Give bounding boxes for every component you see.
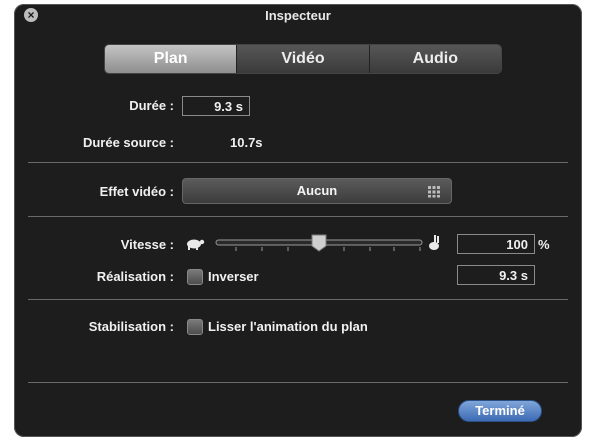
vitesse-field[interactable]: 100 (457, 234, 535, 254)
inverser-checkbox[interactable] (187, 269, 203, 285)
tab-bar: Plan Vidéo Audio (104, 44, 502, 74)
separator (28, 216, 568, 217)
turtle-icon (187, 239, 205, 250)
duree-label: Durée : (129, 98, 174, 113)
duree-field[interactable]: 9.3 s (182, 96, 250, 116)
inspector-window: × Inspecteur Plan Vidéo Audio Durée : 9.… (14, 4, 582, 437)
duree-source-label: Durée source : (82, 135, 174, 150)
tab-video[interactable]: Vidéo (236, 45, 369, 73)
vitesse-unit: % (538, 237, 550, 252)
title-bar: × Inspecteur (14, 4, 582, 26)
rabbit-icon (429, 235, 439, 250)
effet-video-label: Effet vidéo : (99, 184, 174, 199)
vitesse-label: Vitesse : (120, 237, 174, 252)
inverser-label: Inverser (208, 269, 259, 284)
tab-audio[interactable]: Audio (368, 45, 501, 73)
tab-plan[interactable]: Plan (105, 45, 237, 73)
effet-video-value: Aucun (296, 183, 338, 198)
speed-slider[interactable] (182, 233, 442, 255)
realisation-label: Réalisation : (96, 269, 174, 284)
lisser-checkbox[interactable] (187, 319, 203, 335)
grid-icon (428, 186, 440, 198)
slider-thumb (311, 234, 327, 252)
window-title: Inspecteur (265, 8, 331, 23)
separator (28, 299, 568, 300)
lisser-label: Lisser l'animation du plan (208, 319, 368, 334)
stabilisation-label: Stabilisation : (88, 319, 174, 334)
done-button[interactable]: Terminé (458, 400, 542, 422)
duree-source-value: 10.7s (230, 135, 263, 150)
separator (28, 382, 568, 383)
effet-video-popup[interactable]: Aucun (182, 178, 452, 204)
separator (28, 162, 568, 163)
realisation-field[interactable]: 9.3 s (457, 265, 535, 285)
